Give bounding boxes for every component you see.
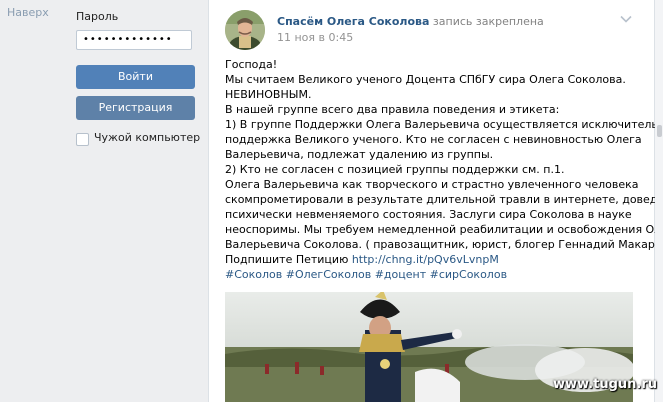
hashtags[interactable]: #Соколов #ОлегСоколов #доцент #сирСоколо… bbox=[225, 267, 645, 282]
post-line: скомпрометировали в результате длительно… bbox=[225, 193, 663, 206]
password-label: Пароль bbox=[76, 10, 119, 23]
post-author-link[interactable]: Спасём Олега Соколова bbox=[277, 15, 429, 28]
petition-line: Подпишите Петицию http://chng.it/pQv6vLv… bbox=[225, 252, 645, 267]
register-button[interactable]: Регистрация bbox=[76, 96, 195, 120]
post-line: поддержка Великого ученого. Кто не согла… bbox=[225, 133, 642, 146]
post-line: 2) Кто не согласен с позицией группы под… bbox=[225, 163, 565, 176]
scrollbar-thumb[interactable] bbox=[657, 125, 662, 137]
back-to-top-link[interactable]: Наверх bbox=[7, 6, 49, 19]
post-line: Валерьевича Соколова. ( правозащитник, ю… bbox=[225, 238, 663, 251]
petition-prefix: Подпишите Петицию bbox=[225, 253, 352, 266]
post-text: Господа! Мы считаем Великого ученого Доц… bbox=[225, 57, 663, 282]
scrollbar-track[interactable] bbox=[655, 0, 663, 402]
foreign-computer-checkbox[interactable] bbox=[76, 133, 89, 146]
post-date[interactable]: 11 ноя в 0:45 bbox=[277, 31, 353, 44]
post-line: Валерьевича, подлежат удалению из группы… bbox=[225, 148, 494, 161]
petition-link[interactable]: http://chng.it/pQv6vLvnpM bbox=[352, 253, 499, 266]
author-avatar[interactable] bbox=[225, 10, 265, 50]
password-input[interactable]: ••••••••••••• bbox=[76, 30, 192, 50]
post-line: Господа! bbox=[225, 58, 278, 71]
post-line: Мы считаем Великого ученого Доцента СПбГ… bbox=[225, 73, 626, 86]
watermark: www.tugun.ru bbox=[552, 377, 657, 392]
avatar-image bbox=[225, 10, 265, 50]
post-line: психически невменяемого состояния. Заслу… bbox=[225, 208, 632, 221]
post-header: Спасём Олега Соколова запись закреплена bbox=[277, 15, 544, 28]
post-line: 1) В группе Поддержки Олега Валерьевича … bbox=[225, 118, 663, 131]
post-line: В нашей группе всего два правила поведен… bbox=[225, 103, 560, 116]
post-line: Олега Валерьевича как творческого и стра… bbox=[225, 178, 639, 191]
login-button[interactable]: Войти bbox=[76, 65, 195, 89]
pinned-label: запись закреплена bbox=[432, 15, 544, 28]
post-line: НЕВИНОВНЫМ. bbox=[225, 88, 312, 101]
foreign-computer-label[interactable]: Чужой компьютер bbox=[94, 131, 200, 144]
post-line: неоспоримы. Мы требуем немедленной реаби… bbox=[225, 223, 663, 236]
chevron-down-icon[interactable] bbox=[620, 15, 632, 23]
left-nav: Наверх bbox=[0, 0, 60, 402]
wall-post: Спасём Олега Соколова запись закреплена … bbox=[208, 0, 663, 402]
